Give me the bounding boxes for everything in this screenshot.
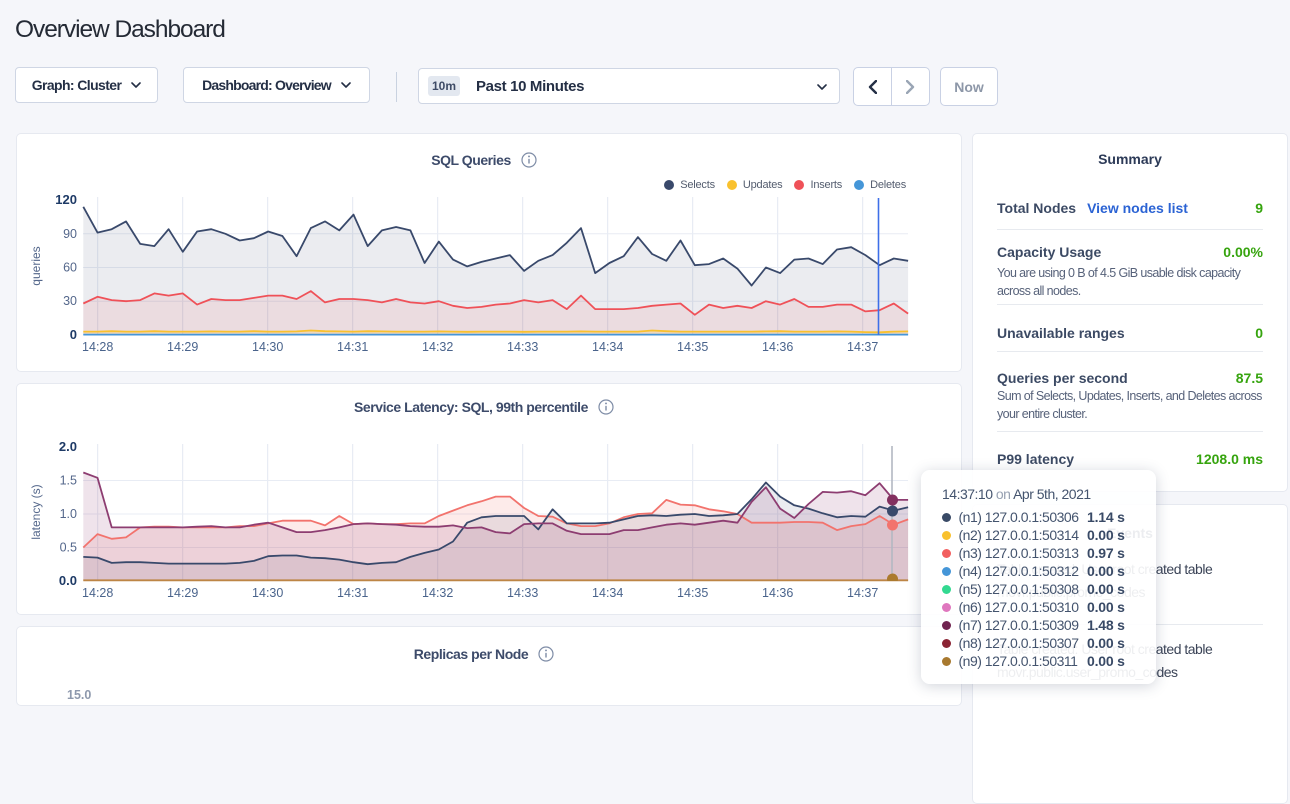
- svg-text:14:32: 14:32: [422, 586, 453, 600]
- svg-text:14:37: 14:37: [847, 340, 878, 354]
- svg-text:14:35: 14:35: [677, 586, 708, 600]
- svg-text:60: 60: [63, 261, 77, 275]
- svg-text:1.0: 1.0: [60, 507, 77, 521]
- svg-text:14:34: 14:34: [592, 586, 623, 600]
- svg-text:14:31: 14:31: [337, 340, 368, 354]
- svg-text:0.0: 0.0: [59, 573, 77, 588]
- svg-text:14:28: 14:28: [82, 586, 113, 600]
- svg-text:90: 90: [63, 227, 77, 241]
- svg-text:14:35: 14:35: [677, 340, 708, 354]
- svg-text:1.5: 1.5: [60, 474, 77, 488]
- svg-text:14:33: 14:33: [507, 586, 538, 600]
- svg-text:14:29: 14:29: [167, 586, 198, 600]
- svg-text:0: 0: [70, 327, 77, 342]
- svg-text:queries: queries: [29, 246, 43, 285]
- svg-text:14:32: 14:32: [422, 340, 453, 354]
- svg-text:14:29: 14:29: [167, 340, 198, 354]
- svg-text:14:36: 14:36: [762, 340, 793, 354]
- svg-text:14:33: 14:33: [507, 340, 538, 354]
- svg-text:120: 120: [55, 192, 77, 207]
- svg-text:14:37: 14:37: [847, 586, 878, 600]
- svg-text:14:36: 14:36: [762, 586, 793, 600]
- svg-text:latency (s): latency (s): [29, 484, 43, 539]
- svg-text:14:28: 14:28: [82, 340, 113, 354]
- svg-text:2.0: 2.0: [59, 439, 77, 454]
- svg-text:30: 30: [63, 294, 77, 308]
- svg-text:0.5: 0.5: [60, 541, 77, 555]
- svg-text:14:30: 14:30: [252, 340, 283, 354]
- svg-text:14:31: 14:31: [337, 586, 368, 600]
- svg-text:14:34: 14:34: [592, 340, 623, 354]
- svg-text:14:30: 14:30: [252, 586, 283, 600]
